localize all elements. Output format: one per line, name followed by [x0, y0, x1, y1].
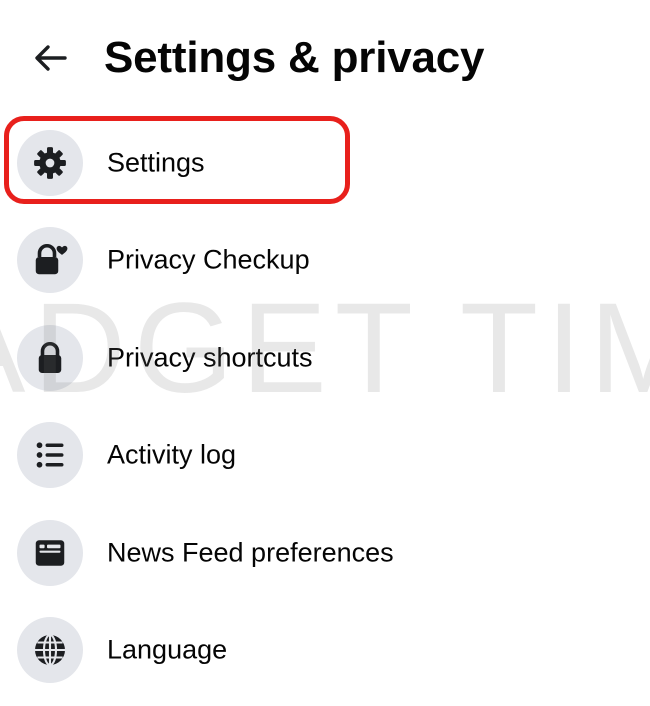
back-button[interactable] — [24, 36, 76, 80]
menu-item-label: Privacy Checkup — [107, 244, 310, 275]
globe-icon — [17, 617, 83, 684]
arrow-left-icon — [35, 45, 67, 71]
menu-item-language[interactable]: Language — [0, 602, 650, 700]
lock-icon — [17, 324, 83, 391]
gear-icon — [17, 129, 83, 196]
menu-item-label: Privacy shortcuts — [107, 342, 313, 373]
menu-item-label: News Feed preferences — [107, 537, 394, 568]
menu-item-label: Activity log — [107, 439, 237, 470]
list-icon — [17, 422, 83, 489]
page-title: Settings & privacy — [104, 33, 485, 82]
feed-icon — [17, 519, 83, 586]
header: Settings & privacy — [0, 18, 650, 98]
menu-item-label: Language — [107, 634, 228, 665]
settings-menu: Settings Privacy Checkup Privacy shortcu… — [0, 114, 650, 699]
menu-item-privacy-checkup[interactable]: Privacy Checkup — [0, 212, 650, 310]
menu-item-activity-log[interactable]: Activity log — [0, 407, 650, 505]
menu-item-settings[interactable]: Settings — [0, 114, 650, 212]
lock-heart-icon — [17, 227, 83, 294]
menu-item-privacy-shortcuts[interactable]: Privacy shortcuts — [0, 309, 650, 407]
menu-item-news-feed-preferences[interactable]: News Feed preferences — [0, 504, 650, 602]
menu-item-label: Settings — [107, 147, 205, 178]
